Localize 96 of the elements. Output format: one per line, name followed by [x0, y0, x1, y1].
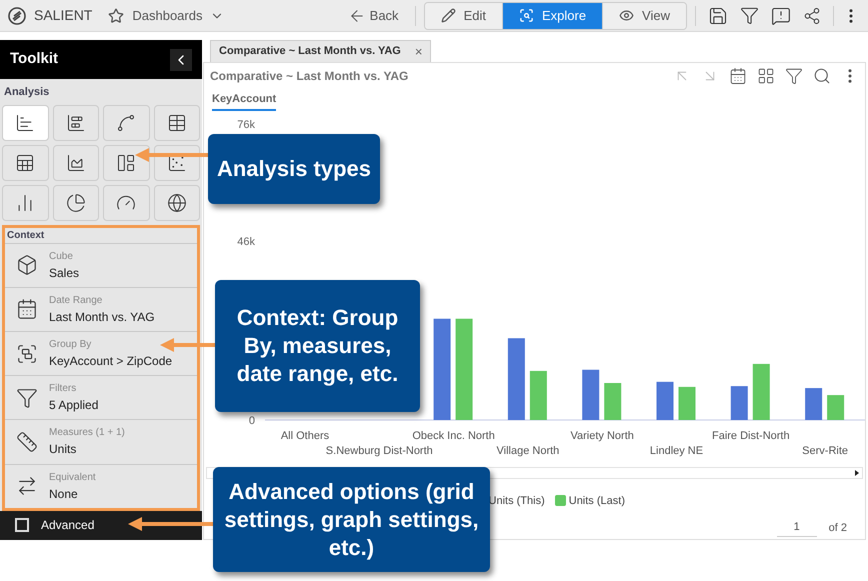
scroll-right-icon[interactable] — [855, 470, 859, 476]
search-chart-icon — [518, 8, 534, 23]
context-item[interactable]: Date Range Last Month vs. YAG — [5, 286, 197, 331]
bar — [678, 386, 696, 420]
category-label: Faire Dist-North — [712, 430, 790, 442]
swap-arrows-icon — [16, 475, 38, 498]
callout: Analysis types — [208, 134, 380, 204]
dashboards-menu[interactable]: Dashboards — [132, 6, 224, 26]
back-button[interactable]: Back — [340, 6, 407, 26]
analysis-type-button[interactable] — [2, 104, 48, 141]
bar — [656, 381, 674, 420]
calendar-icon — [16, 298, 38, 320]
analysis-type-button[interactable] — [154, 184, 200, 221]
star-icon[interactable] — [108, 8, 124, 24]
context-label: Equivalent — [49, 470, 96, 485]
category-label: Serv-Rite — [802, 444, 848, 456]
analysis-type-button[interactable] — [52, 144, 99, 181]
context-label: Date Range — [49, 294, 104, 308]
context-value: Units — [49, 441, 78, 458]
mode-tab[interactable]: View — [602, 2, 686, 28]
category-label: Obeck Inc. North — [412, 430, 495, 442]
context-label: Measures (1 + 1) — [49, 426, 125, 440]
context-value: None — [49, 486, 79, 503]
share-icon[interactable] — [803, 6, 821, 24]
toolkit-title: Toolkit — [10, 49, 58, 70]
context-value: KeyAccount > ZipCode — [49, 353, 172, 370]
logo-text: SALIENT — [34, 6, 92, 25]
collapse-button[interactable] — [170, 48, 192, 71]
stacked-bar-icon — [66, 112, 86, 133]
context-label: Filters — [49, 382, 78, 396]
axis-tick-label: 46k — [237, 235, 255, 248]
analysis-type-button[interactable] — [154, 104, 200, 141]
tab-title: Comparative ~ Last Month vs. YAG — [219, 44, 401, 60]
line-chart-icon — [116, 112, 136, 133]
context-item[interactable]: Filters 5 Applied — [5, 375, 197, 420]
page-total: of 2 — [828, 520, 847, 536]
context-item[interactable]: Cube Sales — [5, 242, 197, 287]
bar — [805, 388, 822, 420]
panel-title: Comparative ~ Last Month vs. YAG — [210, 68, 408, 85]
advanced-checkbox[interactable] — [15, 518, 29, 532]
bar — [530, 370, 547, 420]
bar — [582, 369, 600, 420]
table-icon — [166, 112, 187, 133]
pie-chart-icon — [66, 192, 86, 213]
close-tab[interactable]: × — [414, 42, 422, 62]
context-item[interactable]: Measures (1 + 1) Units — [5, 419, 197, 464]
grid-icon[interactable] — [757, 67, 775, 85]
filter-icon[interactable] — [785, 67, 803, 85]
category-label: Lindley NE — [650, 444, 704, 456]
analysis-type-button[interactable] — [52, 104, 99, 141]
analysis-type-button[interactable] — [103, 144, 150, 181]
legend-label: Units (Last) — [568, 494, 625, 508]
context-value: Last Month vs. YAG — [49, 308, 155, 326]
context-label: Group By — [49, 338, 92, 352]
advanced-label: Advanced — [41, 517, 94, 534]
layout-icon — [116, 152, 136, 173]
category-label: S.Newburg Dist-North — [326, 444, 433, 456]
sheet-icon — [15, 152, 36, 173]
analysis-type-button[interactable] — [52, 184, 99, 221]
bar — [752, 363, 770, 420]
axis-tick-label: 0 — [248, 414, 255, 426]
bar — [730, 386, 748, 420]
panel-tab[interactable]: Comparative ~ Last Month vs. YAG × — [210, 40, 432, 62]
group-icon — [16, 342, 38, 365]
area-chart-icon — [66, 152, 86, 173]
filter-icon[interactable] — [740, 6, 759, 25]
save-icon[interactable] — [708, 6, 728, 26]
comment-alert-icon[interactable] — [771, 6, 791, 26]
pencil-icon — [440, 8, 456, 23]
eye-icon — [619, 8, 634, 23]
ruler-icon — [16, 430, 38, 453]
search-icon[interactable] — [813, 67, 831, 85]
cube-icon — [16, 254, 38, 276]
context-item[interactable]: Equivalent None — [5, 464, 197, 508]
context-label: Cube — [49, 250, 74, 264]
globe-icon — [166, 192, 187, 213]
callout: Advanced options (grid settings, graph settings, etc.) — [213, 467, 490, 572]
category-label: All Others — [280, 430, 330, 442]
callout: Context: Group By, measures, date range, etc. — [215, 280, 420, 412]
page-field[interactable]: 1 — [776, 519, 817, 536]
bar-chart-icon — [15, 112, 36, 133]
category-label: Variety North — [570, 430, 634, 442]
context-value: Sales — [49, 264, 80, 282]
filter-icon — [16, 386, 38, 409]
mode-tab[interactable]: Explore — [502, 2, 602, 28]
calendar-icon[interactable] — [729, 67, 747, 85]
dimension-tab[interactable]: KeyAccount — [212, 91, 276, 110]
context-value: 5 Applied — [49, 397, 98, 414]
bar — [827, 394, 844, 420]
section-label: Context — [6, 228, 46, 243]
analysis-type-button[interactable] — [2, 144, 48, 181]
bar — [604, 382, 622, 420]
category-label: Village North — [496, 444, 560, 456]
logo-icon — [8, 6, 26, 24]
axis-tick-label: 76k — [237, 118, 255, 130]
section-label: Analysis — [3, 85, 50, 100]
